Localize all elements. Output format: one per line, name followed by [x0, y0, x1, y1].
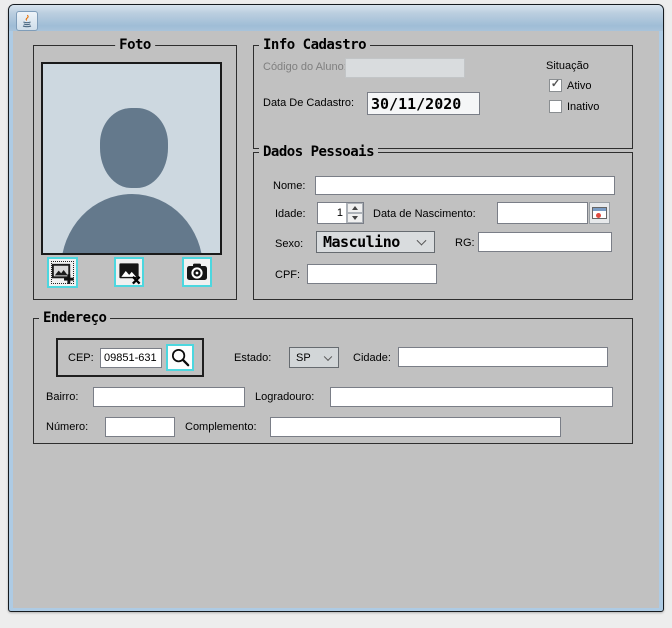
check-icon: ✓ — [550, 78, 561, 90]
spinner-up-button[interactable] — [347, 203, 363, 213]
numero-field[interactable] — [105, 417, 175, 437]
nome-label: Nome: — [273, 180, 306, 192]
complemento-label: Complemento: — [185, 421, 257, 433]
estado-label: Estado: — [234, 352, 272, 364]
sexo-selected-value: Masculino — [323, 233, 400, 251]
arrow-down-icon — [352, 216, 358, 220]
bairro-field[interactable] — [93, 387, 245, 407]
idade-spinner-buttons — [346, 203, 363, 223]
inativo-checkbox[interactable] — [549, 100, 562, 113]
rg-label: RG: — [455, 237, 475, 249]
silhouette-head — [100, 108, 168, 188]
sexo-combobox[interactable]: Masculino — [316, 231, 435, 253]
chevron-down-icon — [416, 235, 427, 246]
calendar-icon — [592, 207, 607, 219]
search-icon — [171, 348, 189, 367]
dados-pessoais-title: Dados Pessoais — [259, 144, 379, 160]
inativo-label[interactable]: Inativo — [567, 101, 599, 113]
java-cup-icon — [22, 14, 32, 28]
codigo-aluno-field — [345, 58, 465, 78]
bairro-label: Bairro: — [46, 391, 79, 403]
idade-label: Idade: — [275, 208, 306, 220]
calendar-picker-button[interactable] — [589, 202, 610, 224]
camera-button[interactable] — [182, 257, 212, 287]
ativo-checkbox[interactable]: ✓ — [549, 79, 562, 92]
cpf-label: CPF: — [275, 269, 301, 281]
idade-value: 1 — [336, 207, 343, 219]
complemento-field[interactable] — [270, 417, 561, 437]
cep-label: CEP: — [68, 352, 94, 364]
sexo-label: Sexo: — [275, 238, 304, 250]
nome-field[interactable] — [315, 176, 615, 195]
cidade-field[interactable] — [398, 347, 608, 367]
data-cadastro-field[interactable]: 30/11/2020 — [367, 92, 480, 115]
endereco-title: Endereço — [39, 310, 111, 326]
data-nascimento-label: Data de Nascimento: — [373, 208, 476, 220]
app-root: Foto Info Cadastro Código do Aluno: Data… — [0, 0, 672, 628]
photo-placeholder — [41, 62, 222, 255]
chevron-down-icon — [323, 352, 333, 361]
image-add-icon — [51, 263, 74, 284]
cpf-field[interactable] — [307, 264, 437, 284]
info-cadastro-title: Info Cadastro — [259, 37, 371, 53]
cidade-label: Cidade: — [353, 352, 391, 364]
codigo-aluno-label: Código do Aluno: — [263, 61, 347, 73]
foto-group-title: Foto — [115, 37, 155, 53]
logradouro-field[interactable] — [330, 387, 613, 407]
silhouette-body — [61, 194, 203, 253]
window-titlebar[interactable] — [9, 5, 663, 31]
numero-label: Número: — [46, 421, 89, 433]
estado-combobox[interactable]: SP — [289, 347, 339, 368]
remove-photo-button[interactable] — [114, 257, 144, 287]
camera-icon — [187, 263, 207, 280]
estado-selected-value: SP — [296, 351, 311, 364]
ativo-label[interactable]: Ativo — [567, 80, 591, 92]
data-nascimento-field[interactable] — [497, 202, 588, 224]
window-menu-button[interactable] — [16, 11, 38, 31]
cep-search-button[interactable] — [166, 344, 194, 371]
rg-field[interactable] — [478, 232, 612, 252]
cep-field[interactable] — [100, 348, 162, 368]
add-photo-button[interactable] — [47, 257, 78, 288]
cep-panel: CEP: — [56, 338, 204, 377]
arrow-up-icon — [352, 206, 358, 210]
idade-spinner[interactable]: 1 — [317, 202, 364, 224]
image-remove-icon — [118, 262, 140, 284]
spinner-down-button[interactable] — [347, 213, 363, 223]
situacao-label: Situação — [546, 60, 589, 72]
data-cadastro-label: Data De Cadastro: — [263, 97, 355, 109]
logradouro-label: Logradouro: — [255, 391, 315, 403]
